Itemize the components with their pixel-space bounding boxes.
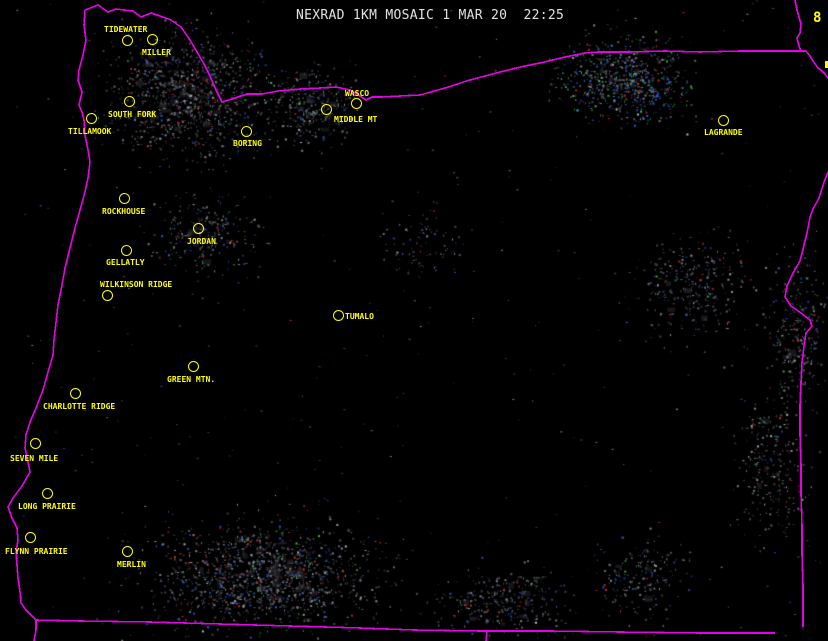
site-label: MILLER: [142, 48, 171, 57]
site-marker-circle[interactable]: [351, 98, 362, 109]
radar-mosaic-map[interactable]: NEXRAD 1KM MOSAIC 1 MAR 20 22:25 TIDEWAT…: [0, 0, 828, 641]
site-label: SOUTH FORK: [108, 110, 156, 119]
site-marker-circle[interactable]: [718, 115, 729, 126]
site-label: WILKINSON RIDGE: [100, 280, 172, 289]
site-marker-circle[interactable]: [333, 310, 344, 321]
site-marker-circle[interactable]: [70, 388, 81, 399]
site-label: SEVEN MILE: [10, 454, 58, 463]
boundary-line: [795, 0, 801, 51]
site-marker-circle[interactable]: [119, 193, 130, 204]
boundary-line: [785, 172, 828, 627]
site-marker-circle[interactable]: [102, 290, 113, 301]
site-marker-circle[interactable]: [121, 245, 132, 256]
mosaic-title: NEXRAD 1KM MOSAIC 1 MAR 20 22:25: [296, 8, 564, 23]
site-label: GREEN MTN.: [167, 375, 215, 384]
site-label: JORDAN: [187, 237, 216, 246]
site-label: FLYNN PRAIRIE: [5, 547, 68, 556]
site-marker-circle[interactable]: [193, 223, 204, 234]
state-boundary-overlay: [0, 0, 828, 641]
site-label: MIDDLE MT: [334, 115, 377, 124]
site-marker-circle[interactable]: [124, 96, 135, 107]
boundary-line: [36, 620, 775, 633]
site-marker-circle[interactable]: [147, 34, 158, 45]
site-label: WASCO: [345, 89, 369, 98]
site-label: TUMALO: [345, 312, 374, 321]
site-marker-circle[interactable]: [122, 35, 133, 46]
site-marker-circle[interactable]: [42, 488, 53, 499]
boundary-line: [486, 632, 487, 641]
site-label: MERLIN: [117, 560, 146, 569]
site-label: BORING: [233, 139, 262, 148]
site-marker-circle[interactable]: [25, 532, 36, 543]
site-marker-circle[interactable]: [30, 438, 41, 449]
site-marker-circle[interactable]: [188, 361, 199, 372]
site-label: ROCKHOUSE: [102, 207, 145, 216]
site-marker-circle[interactable]: [86, 113, 97, 124]
site-label: GELLATLY: [106, 258, 145, 267]
site-label: LAGRANDE: [704, 128, 743, 137]
clipped-label: 8: [813, 10, 821, 26]
site-label: TILLAMOOK: [68, 127, 111, 136]
site-label: LONG PRAIRIE: [18, 502, 76, 511]
site-marker-circle[interactable]: [241, 126, 252, 137]
site-label: CHARLOTTE RIDGE: [43, 402, 115, 411]
site-marker-circle[interactable]: [122, 546, 133, 557]
site-marker-circle[interactable]: [321, 104, 332, 115]
site-label: TIDEWATER: [104, 25, 147, 34]
